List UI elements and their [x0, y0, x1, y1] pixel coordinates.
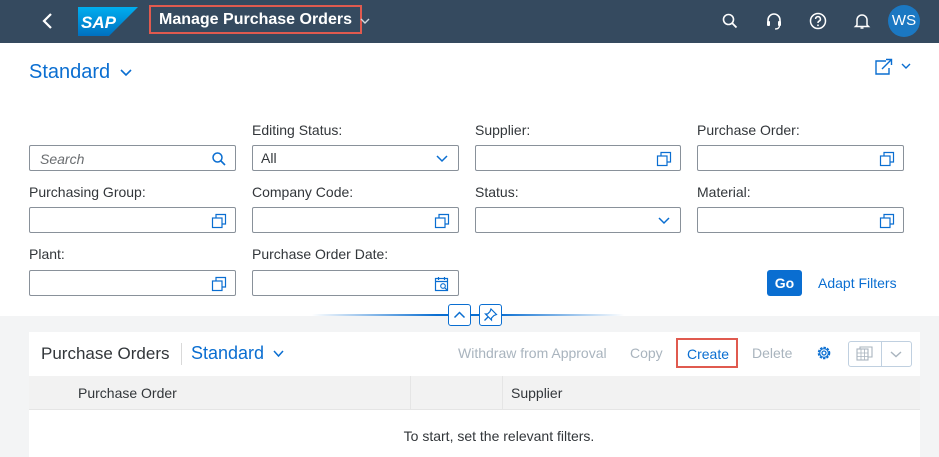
adapt-filters-button[interactable]: Adapt Filters — [818, 275, 897, 291]
value-help-icon[interactable] — [879, 213, 895, 229]
variant-selector[interactable]: Standard — [29, 61, 110, 84]
value-help-icon[interactable] — [211, 213, 227, 229]
editing-status-value: All — [261, 150, 277, 166]
value-help-icon[interactable] — [879, 151, 895, 167]
purchase-order-date-label: Purchase Order Date: — [252, 246, 389, 262]
column-separator — [502, 376, 503, 410]
status-select[interactable] — [475, 207, 681, 233]
purchase-order-field[interactable] — [697, 145, 904, 171]
share-icon[interactable] — [874, 58, 912, 76]
search-icon[interactable] — [211, 151, 227, 167]
chevron-down-icon[interactable] — [272, 348, 285, 360]
search-field[interactable]: Search — [29, 145, 236, 171]
supplier-field[interactable] — [475, 145, 681, 171]
pin-header-button[interactable] — [479, 304, 502, 326]
bell-icon[interactable] — [852, 11, 872, 31]
plant-field[interactable] — [29, 270, 236, 296]
headset-icon[interactable] — [764, 11, 784, 31]
material-label: Material: — [697, 184, 751, 200]
status-label: Status: — [475, 184, 519, 200]
pin-icon — [484, 307, 498, 322]
column-separator — [410, 376, 411, 410]
supplier-label: Supplier: — [475, 122, 531, 138]
collapse-header-button[interactable] — [448, 304, 471, 326]
toolbar-separator — [181, 343, 182, 365]
withdraw-from-approval-button[interactable]: Withdraw from Approval — [458, 345, 607, 361]
empty-table-message: To start, set the relevant filters. — [403, 428, 595, 444]
column-header-purchase-order[interactable]: Purchase Order — [78, 385, 177, 401]
material-field[interactable] — [697, 207, 904, 233]
chevron-down-icon[interactable] — [359, 15, 371, 27]
back-icon[interactable] — [40, 11, 56, 31]
go-button[interactable]: Go — [767, 270, 802, 296]
value-help-icon[interactable] — [434, 213, 450, 229]
value-help-icon[interactable] — [211, 276, 227, 292]
purchase-order-date-field[interactable] — [252, 270, 459, 296]
company-code-label: Company Code: — [252, 184, 354, 200]
segment-divider — [881, 342, 882, 366]
table-title: Purchase Orders — [41, 344, 170, 363]
app-title[interactable]: Manage Purchase Orders — [149, 5, 362, 34]
create-button[interactable]: Create — [676, 338, 738, 368]
shell-bar: SAP Manage Purchase Orders WS — [0, 0, 939, 43]
company-code-field[interactable] — [252, 207, 459, 233]
chevron-down-icon[interactable] — [889, 348, 903, 360]
help-icon[interactable] — [808, 11, 828, 31]
calendar-icon[interactable] — [434, 276, 450, 292]
gear-icon[interactable] — [815, 344, 833, 362]
create-label: Create — [687, 346, 730, 362]
table-header: Purchase Order Supplier — [29, 376, 920, 410]
delete-button[interactable]: Delete — [752, 345, 792, 361]
editing-status-label: Editing Status: — [252, 122, 343, 138]
editing-status-select[interactable]: All — [252, 145, 459, 171]
export-menu-button[interactable] — [848, 341, 912, 367]
purchasing-group-field[interactable] — [29, 207, 236, 233]
search-placeholder: Search — [40, 151, 85, 167]
search-icon[interactable] — [720, 11, 740, 31]
chevron-down-icon[interactable] — [119, 67, 133, 79]
value-help-icon[interactable] — [656, 151, 672, 167]
sap-logo: SAP — [78, 7, 138, 36]
plant-label: Plant: — [29, 246, 65, 262]
table-variant-selector[interactable]: Standard — [191, 343, 264, 364]
purchasing-group-label: Purchasing Group: — [29, 184, 146, 200]
purchase-order-label: Purchase Order: — [697, 122, 800, 138]
logo-text: SAP — [81, 13, 117, 32]
chevron-down-icon[interactable] — [656, 213, 672, 229]
chevron-down-icon[interactable] — [434, 151, 450, 167]
export-icon — [856, 346, 873, 361]
chevron-up-icon — [453, 311, 466, 319]
avatar[interactable]: WS — [888, 5, 920, 37]
column-header-supplier[interactable]: Supplier — [511, 385, 562, 401]
copy-button[interactable]: Copy — [630, 345, 663, 361]
